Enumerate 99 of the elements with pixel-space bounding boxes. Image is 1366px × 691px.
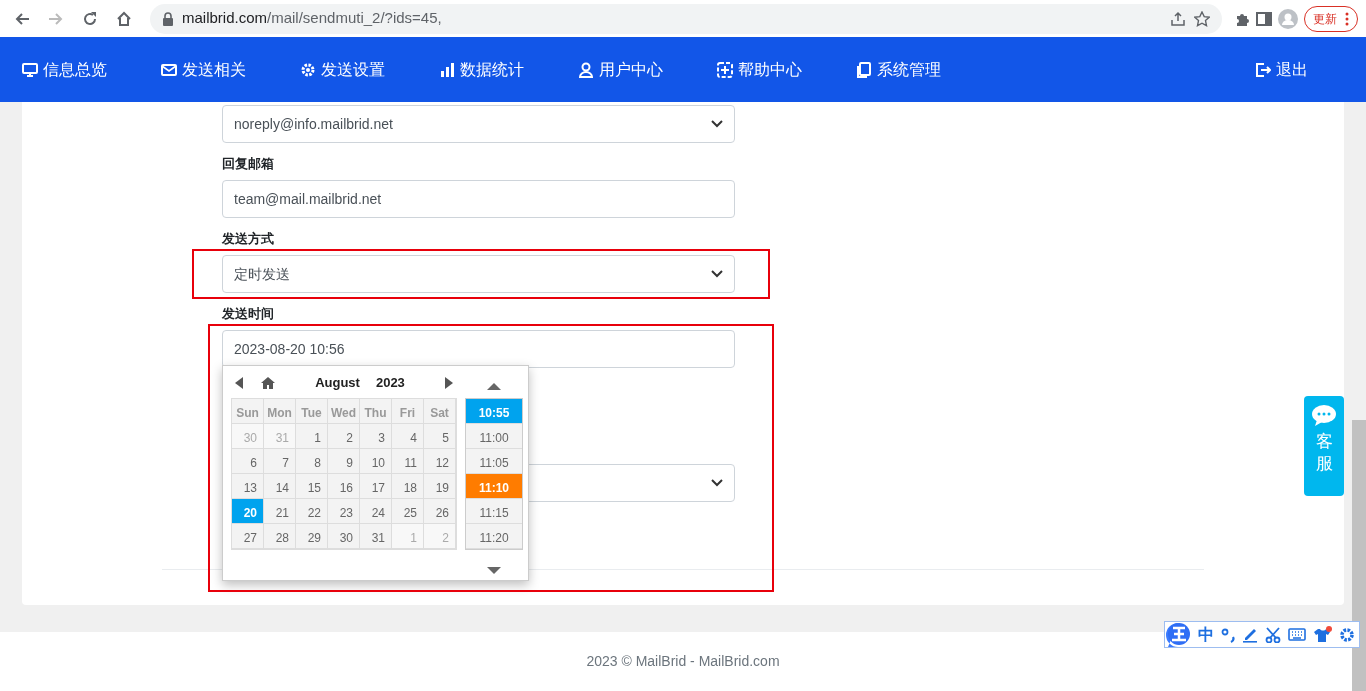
calendar-day[interactable]: 15 xyxy=(296,474,328,499)
calendar-day[interactable]: 5 xyxy=(424,424,456,449)
next-arrow-icon[interactable] xyxy=(445,377,453,389)
chevron-down-icon xyxy=(711,270,723,278)
back-arrow-icon[interactable] xyxy=(14,10,30,27)
weekday-header: Fri xyxy=(392,399,424,424)
weekday-header: Tue xyxy=(296,399,328,424)
previous-arrow-icon[interactable] xyxy=(235,377,243,389)
calendar-day[interactable]: 16 xyxy=(328,474,360,499)
settings-icon[interactable] xyxy=(1339,626,1355,643)
chevron-down-icon xyxy=(711,479,723,487)
nav-link[interactable]: 系统管理 xyxy=(856,57,995,82)
up-arrow-icon[interactable] xyxy=(487,382,501,390)
calendar-day[interactable]: 31 xyxy=(360,524,392,549)
reload-icon[interactable] xyxy=(82,10,98,27)
calendar-day[interactable]: 8 xyxy=(296,449,328,474)
update-button[interactable]: 更新 xyxy=(1304,5,1358,32)
calendar-day[interactable]: 6 xyxy=(232,449,264,474)
share-icon[interactable] xyxy=(1170,10,1186,27)
monitor-icon xyxy=(22,61,38,78)
calendar-day[interactable]: 26 xyxy=(424,499,456,524)
sidebar-icon[interactable] xyxy=(1256,10,1272,27)
ime-logo-icon[interactable] xyxy=(1165,621,1191,648)
month-label[interactable]: August xyxy=(315,375,360,391)
weekday-header: Thu xyxy=(360,399,392,424)
nav-link[interactable]: 信息总览 xyxy=(22,57,161,82)
calendar-day[interactable]: 12 xyxy=(424,449,456,474)
weekday-header: Wed xyxy=(328,399,360,424)
nav-link[interactable]: 发送设置 xyxy=(300,57,439,82)
weekday-header: Sat xyxy=(424,399,456,424)
calendar-day[interactable]: 22 xyxy=(296,499,328,524)
envelope-icon xyxy=(161,61,177,78)
lock-icon xyxy=(162,11,174,26)
calendar-day[interactable]: 28 xyxy=(264,524,296,549)
time-option[interactable]: 11:00 xyxy=(466,424,522,449)
plus-square-icon xyxy=(717,61,733,78)
gear-icon xyxy=(300,61,316,78)
time-option[interactable]: 11:15 xyxy=(466,499,522,524)
footer-text: 2023 © MailBrid - MailBrid.com xyxy=(586,652,780,671)
calendar-day[interactable]: 19 xyxy=(424,474,456,499)
weekday-header: Sun xyxy=(232,399,264,424)
copy-icon xyxy=(856,61,872,78)
sender-select[interactable]: noreply@info.mailbrid.net xyxy=(222,105,735,143)
calendar-day[interactable]: 1 xyxy=(296,424,328,449)
bar-chart-icon xyxy=(439,61,455,78)
chat-bubble-icon xyxy=(1311,404,1337,427)
time-option[interactable]: 11:20 xyxy=(466,524,522,549)
nav-link[interactable]: 用户中心 xyxy=(578,57,717,82)
shirt-icon[interactable] xyxy=(1313,626,1332,643)
nav-link[interactable]: 数据统计 xyxy=(439,57,578,82)
home-icon[interactable] xyxy=(116,10,132,27)
calendar-day[interactable]: 24 xyxy=(360,499,392,524)
url-text: mailbrid.com/mail/sendmuti_2/?ids=45, xyxy=(182,8,442,29)
down-arrow-icon[interactable] xyxy=(487,567,501,574)
home-icon[interactable] xyxy=(261,377,275,389)
year-label[interactable]: 2023 xyxy=(375,375,405,391)
calendar-day[interactable]: 18 xyxy=(392,474,424,499)
star-icon[interactable] xyxy=(1194,10,1210,27)
scissors-icon[interactable] xyxy=(1265,626,1281,643)
calendar-day[interactable]: 25 xyxy=(392,499,424,524)
input-field[interactable]: 2023-08-20 10:56 xyxy=(222,330,735,368)
menu-icon[interactable] xyxy=(1345,11,1349,26)
time-option[interactable]: 11:05 xyxy=(466,449,522,474)
calendar-day[interactable]: 20 xyxy=(232,499,264,524)
time-option[interactable]: 10:55 xyxy=(466,399,522,424)
undefined: 更新 xyxy=(1313,10,1337,28)
user-icon xyxy=(578,61,594,78)
calendar-day[interactable]: 17 xyxy=(360,474,392,499)
scrollbar[interactable] xyxy=(1352,420,1366,691)
logout-link[interactable]: 退出 xyxy=(1255,57,1308,82)
calendar-day[interactable]: 4 xyxy=(392,424,424,449)
calendar-day[interactable]: 9 xyxy=(328,449,360,474)
chevron-down-icon xyxy=(711,120,723,128)
select-field[interactable]: 定时发送 xyxy=(222,255,735,293)
calendar-day[interactable]: 14 xyxy=(264,474,296,499)
calendar-day[interactable]: 29 xyxy=(296,524,328,549)
input-field[interactable]: team@mail.mailbrid.net xyxy=(222,180,735,218)
calendar-day[interactable]: 11 xyxy=(392,449,424,474)
weekday-header: Mon xyxy=(264,399,296,424)
calendar-day[interactable]: 30 xyxy=(328,524,360,549)
calendar-day[interactable]: 2 xyxy=(328,424,360,449)
calendar-day[interactable]: 27 xyxy=(232,524,264,549)
calendar-day[interactable]: 23 xyxy=(328,499,360,524)
calendar-day[interactable]: 7 xyxy=(264,449,296,474)
ime-mode-toggle[interactable]: 中 xyxy=(1198,622,1214,647)
calendar-day[interactable]: 10 xyxy=(360,449,392,474)
keyboard-icon[interactable] xyxy=(1288,627,1306,642)
nav-link[interactable]: 发送相关 xyxy=(161,57,300,82)
pen-icon[interactable] xyxy=(1242,626,1258,643)
field-label: 回复邮箱 xyxy=(222,155,274,173)
calendar-day[interactable]: 3 xyxy=(360,424,392,449)
logout-icon xyxy=(1255,61,1271,78)
field-label: 发送方式 xyxy=(222,230,274,248)
calendar-day[interactable]: 13 xyxy=(232,474,264,499)
field-label: 发送时间 xyxy=(222,305,274,323)
punctuation-icon[interactable] xyxy=(1221,626,1235,643)
nav-link[interactable]: 帮助中心 xyxy=(717,57,856,82)
address-bar[interactable]: mailbrid.com/mail/sendmuti_2/?ids=45, xyxy=(150,3,1222,34)
calendar-day[interactable]: 21 xyxy=(264,499,296,524)
